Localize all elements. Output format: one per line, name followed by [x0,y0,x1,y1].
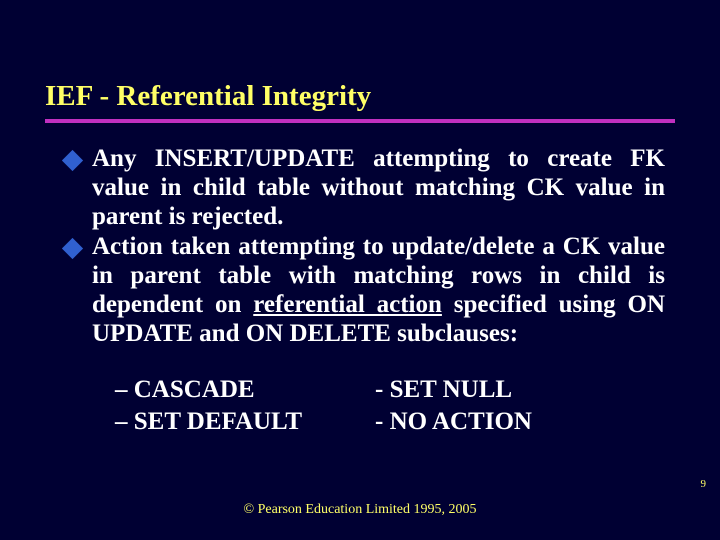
option-item: - SET NULL [375,374,635,405]
bullet-text: Any INSERT/UPDATE attempting to create F… [92,145,665,231]
option-item: - NO ACTION [375,406,635,437]
slide-content: Any INSERT/UPDATE attempting to create F… [45,145,675,437]
bullet-text-underlined: referential action [253,291,442,318]
bullet-item: Any INSERT/UPDATE attempting to create F… [65,145,665,231]
bullet-item: Action taken attempting to update/delete… [65,233,665,348]
diamond-bullet-icon [62,150,83,171]
bullet-text: Action taken attempting to update/delete… [92,233,665,348]
options-block: – CASCADE – SET DEFAULT - SET NULL - NO … [65,374,665,437]
option-item: – SET DEFAULT [115,406,375,437]
slide: IEF - Referential Integrity Any INSERT/U… [0,0,720,540]
diamond-bullet-icon [62,238,83,259]
slide-number: 9 [701,478,707,490]
bullet-text-pre: Any INSERT/UPDATE attempting to create F… [92,145,665,230]
slide-title: IEF - Referential Integrity [45,80,675,123]
option-item: – CASCADE [115,374,375,405]
footer-copyright: © Pearson Education Limited 1995, 2005 [0,502,720,518]
options-left-column: – CASCADE – SET DEFAULT [115,374,375,437]
options-right-column: - SET NULL - NO ACTION [375,374,635,437]
